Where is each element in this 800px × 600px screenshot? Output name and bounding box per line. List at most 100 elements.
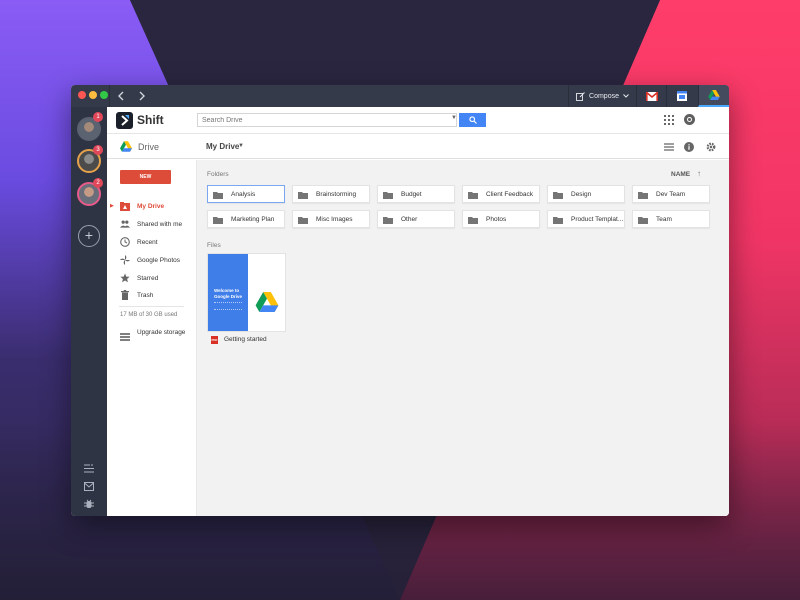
folder-item[interactable]: Analysis [207,185,285,203]
titlebar: Compose [71,85,729,107]
account-rail: 1 3 2 + [71,107,107,516]
pinwheel-icon [120,255,130,265]
folder-name: Misc Images [316,216,353,223]
file-thumbnail-text [214,302,242,310]
storage-usage-text: 17 MB of 30 GB used [120,312,178,318]
forward-button[interactable] [131,85,153,107]
my-drive-icon [120,201,130,211]
app-window: Compose 1 3 2 + Shift Search Drive ▼ Dri… [71,85,729,516]
folder-icon [383,192,393,199]
chevron-down-icon[interactable]: ▼ [238,143,244,149]
folder-item[interactable]: Photos [462,210,540,228]
folder-name: Brainstorming [316,191,357,198]
upgrade-storage-link[interactable]: Upgrade storage [107,325,197,341]
drive-sidebar: NEW ▶ My Drive Shared with me Recent Goo… [107,160,197,516]
gear-icon[interactable] [705,141,717,153]
file-thumbnail-title: Welcome to Google Drive [214,288,243,299]
folder-item[interactable]: Product Templat... [547,210,625,228]
sidebar-item-label: Recent [137,238,158,246]
folder-name: Other [401,216,418,223]
folder-icon [553,217,563,224]
folder-item[interactable]: Marketing Plan [207,210,285,228]
sidebar-item-google-photos[interactable]: Google Photos [107,252,197,268]
files-heading: Files [207,242,221,249]
clock-icon [120,237,130,247]
shift-logo-icon [116,112,133,129]
folder-icon [553,192,563,199]
folder-item[interactable]: Client Feedback [462,185,540,203]
chevron-right-icon [139,91,145,101]
folder-item[interactable]: Dev Team [632,185,710,203]
folder-icon [213,217,223,224]
folder-item[interactable]: Budget [377,185,455,203]
drive-toolbar: Drive My Drive ▼ [107,135,729,159]
folder-icon [468,192,478,199]
info-icon[interactable] [683,141,695,153]
folder-item[interactable]: Misc Images [292,210,370,228]
sidebar-item-trash[interactable]: Trash [107,287,197,303]
search-input[interactable] [197,113,457,127]
sort-by-name-button[interactable]: NAME [671,171,690,178]
minimize-window-button[interactable] [89,91,97,99]
account-icon[interactable] [684,114,695,125]
bug-icon[interactable] [82,498,96,510]
sidebar-item-label: Starred [137,274,159,282]
folder-item[interactable]: Team [632,210,710,228]
divider [119,306,184,307]
folder-item[interactable]: Design [547,185,625,203]
sidebar-item-label: Google Photos [137,256,181,264]
folder-name: Team [656,216,672,223]
drive-logo-icon [120,141,132,152]
upgrade-storage-label: Upgrade storage [137,329,186,336]
list-settings-icon[interactable] [82,462,96,474]
folder-name: Design [571,191,592,198]
close-window-button[interactable] [78,91,86,99]
compose-label: Compose [589,92,619,100]
sidebar-item-label: My Drive [137,202,165,210]
folder-name: Photos [486,216,507,223]
gmail-icon [645,91,658,101]
folder-icon [298,192,308,199]
trash-icon [120,290,130,300]
list-view-icon[interactable] [663,141,675,153]
search-options-dropdown[interactable]: ▼ [451,115,457,121]
file-item[interactable]: PDF Getting started [207,335,297,345]
folder-name: Product Templat... [571,216,623,223]
tab-gmail[interactable] [636,85,666,107]
file-thumbnail[interactable]: Welcome to Google Drive [207,253,286,332]
back-button[interactable] [109,85,131,107]
sidebar-item-starred[interactable]: Starred [107,270,197,286]
search-button[interactable] [459,113,486,127]
my-drive-dropdown[interactable]: My Drive [206,142,239,151]
compose-button[interactable]: Compose [568,85,636,107]
sort-direction-icon[interactable]: ↑ [697,169,701,178]
add-account-button[interactable]: + [78,225,100,247]
folder-item[interactable]: Other [377,210,455,228]
new-button[interactable]: NEW [120,170,171,184]
tab-calendar[interactable] [666,85,696,107]
inbox-icon[interactable] [82,480,96,492]
sidebar-item-recent[interactable]: Recent [107,234,197,250]
zoom-window-button[interactable] [100,91,108,99]
shift-header: Shift ▼ [107,107,729,134]
sidebar-item-shared[interactable]: Shared with me [107,216,197,232]
storage-icon [120,328,130,341]
app-title: Shift [137,113,164,127]
folder-name: Marketing Plan [231,216,275,223]
drive-content: Shift ▼ Drive My Drive ▼ [107,107,729,516]
folder-icon [468,217,478,224]
notification-badge: 1 [93,112,103,122]
folder-name: Budget [401,191,422,198]
folder-name: Analysis [231,191,256,198]
folder-icon [638,192,648,199]
calendar-icon [676,91,687,101]
drive-logo-icon [255,292,279,312]
notification-badge: 3 [93,145,103,155]
tab-drive[interactable] [698,85,729,107]
apps-grid-icon[interactable] [664,115,674,125]
people-icon [120,219,130,229]
file-browser: Folders NAME ↑ Analysis Brainstorming Budg… [197,160,729,516]
folder-item[interactable]: Brainstorming [292,185,370,203]
search-icon [468,116,477,124]
sidebar-item-my-drive[interactable]: ▶ My Drive [107,198,197,214]
